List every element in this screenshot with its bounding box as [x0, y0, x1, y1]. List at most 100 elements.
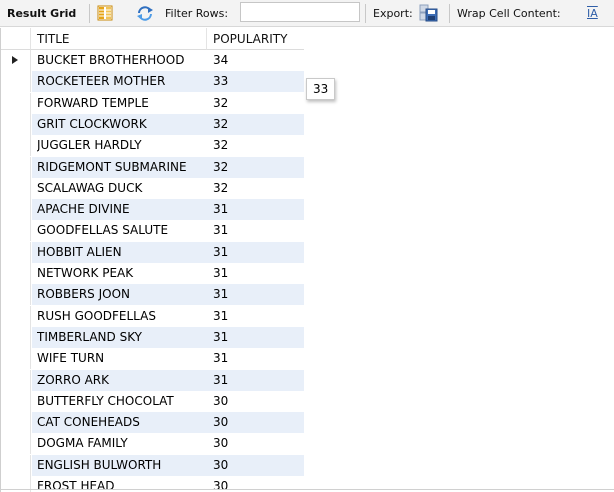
row-header[interactable]: [1, 71, 31, 93]
toolbar-separator: [365, 4, 366, 23]
toolbar-separator: [449, 4, 450, 23]
cell-title[interactable]: BUTTERFLY CHOCOLAT: [37, 391, 207, 412]
column-header-popularity[interactable]: POPULARITY: [207, 28, 304, 50]
grid-layout-icon[interactable]: [97, 5, 113, 21]
table-row[interactable]: TIMBERLAND SKY 31: [1, 326, 304, 348]
result-grid: TITLE POPULARITY BUCKET BROTHERHOOD 34 ROC…: [0, 28, 304, 492]
table-row[interactable]: SCALAWAG DUCK 32: [1, 177, 304, 199]
cell-title[interactable]: BUCKET BROTHERHOOD: [37, 50, 207, 71]
cell-title[interactable]: FORWARD TEMPLE: [37, 93, 207, 114]
cell-popularity[interactable]: 31: [213, 327, 303, 348]
table-row[interactable]: APACHE DIVINE 31: [1, 199, 304, 221]
wrap-cell-content-icon[interactable]: IA: [587, 7, 598, 20]
table-row[interactable]: CAT CONEHEADS 30: [1, 412, 304, 434]
cell-popularity[interactable]: 31: [213, 220, 303, 241]
result-grid-toolbar: Result Grid Filter Rows: Export: Wrap Ce…: [0, 0, 614, 27]
filter-rows-input[interactable]: [240, 2, 360, 22]
table-row[interactable]: RUSH GOODFELLAS 31: [1, 305, 304, 327]
table-row[interactable]: WIFE TURN 31: [1, 348, 304, 370]
export-label: Export:: [373, 7, 413, 20]
row-header[interactable]: [1, 113, 31, 135]
cell-popularity[interactable]: 32: [213, 135, 303, 156]
export-icon[interactable]: [418, 3, 438, 23]
table-row[interactable]: HOBBIT ALIEN 31: [1, 241, 304, 263]
cell-popularity[interactable]: 30: [213, 412, 303, 433]
row-header[interactable]: [1, 156, 31, 178]
row-header[interactable]: [1, 305, 31, 327]
cell-title[interactable]: ZORRO ARK: [37, 370, 207, 391]
cell-title[interactable]: GOODFELLAS SALUTE: [37, 220, 207, 241]
table-row[interactable]: GOODFELLAS SALUTE 31: [1, 220, 304, 242]
cell-popularity[interactable]: 32: [213, 93, 303, 114]
cell-title[interactable]: WIFE TURN: [37, 348, 207, 369]
cell-popularity[interactable]: 34: [213, 50, 303, 71]
table-row[interactable]: RIDGEMONT SUBMARINE 32: [1, 156, 304, 178]
row-header[interactable]: [1, 433, 31, 455]
cell-popularity[interactable]: 31: [213, 306, 303, 327]
row-header[interactable]: [1, 454, 31, 476]
cell-title[interactable]: SCALAWAG DUCK: [37, 178, 207, 199]
row-header[interactable]: [1, 241, 31, 263]
cell-popularity[interactable]: 30: [213, 433, 303, 454]
row-header-corner[interactable]: [1, 28, 31, 50]
current-row-indicator-icon: [12, 56, 18, 64]
row-header[interactable]: [1, 50, 31, 71]
cell-popularity[interactable]: 31: [213, 199, 303, 220]
row-header[interactable]: [1, 135, 31, 157]
cell-title[interactable]: CAT CONEHEADS: [37, 412, 207, 433]
table-row[interactable]: ROCKETEER MOTHER 33: [1, 71, 304, 93]
cell-title[interactable]: RUSH GOODFELLAS: [37, 306, 207, 327]
row-header[interactable]: [1, 199, 31, 221]
cell-popularity[interactable]: 30: [213, 391, 303, 412]
table-row[interactable]: FORWARD TEMPLE 32: [1, 92, 304, 114]
cell-popularity[interactable]: 32: [213, 178, 303, 199]
cell-tooltip: 33: [306, 78, 336, 100]
cell-title[interactable]: ENGLISH BULWORTH: [37, 455, 207, 476]
column-header-title[interactable]: TITLE: [31, 28, 207, 50]
cell-popularity[interactable]: 32: [213, 114, 303, 135]
row-header[interactable]: [1, 326, 31, 348]
row-header[interactable]: [1, 220, 31, 242]
table-row[interactable]: DOGMA FAMILY 30: [1, 433, 304, 455]
cell-title[interactable]: TIMBERLAND SKY: [37, 327, 207, 348]
row-header[interactable]: [1, 412, 31, 434]
table-row[interactable]: ROBBERS JOON 31: [1, 284, 304, 306]
table-row[interactable]: JUGGLER HARDLY 32: [1, 135, 304, 157]
row-header[interactable]: [1, 369, 31, 391]
cell-title[interactable]: JUGGLER HARDLY: [37, 135, 207, 156]
cell-popularity[interactable]: 31: [213, 370, 303, 391]
toolbar-separator: [89, 4, 90, 23]
row-header[interactable]: [1, 263, 31, 284]
cell-title[interactable]: DOGMA FAMILY: [37, 433, 207, 454]
cell-popularity[interactable]: 31: [213, 242, 303, 263]
result-grid-label[interactable]: Result Grid: [7, 7, 76, 20]
wrap-cell-content-label: Wrap Cell Content:: [457, 7, 561, 20]
cell-title[interactable]: ROBBERS JOON: [37, 284, 207, 305]
cell-popularity[interactable]: 33: [213, 71, 303, 92]
cell-title[interactable]: ROCKETEER MOTHER: [37, 71, 207, 92]
cell-popularity[interactable]: 31: [213, 348, 303, 369]
table-row[interactable]: ZORRO ARK 31: [1, 369, 304, 391]
table-row[interactable]: BUTTERFLY CHOCOLAT 30: [1, 390, 304, 412]
panel-bottom-border: [0, 489, 614, 490]
refresh-icon[interactable]: [136, 5, 154, 21]
cell-title[interactable]: GRIT CLOCKWORK: [37, 114, 207, 135]
row-header[interactable]: [1, 92, 31, 114]
table-row[interactable]: NETWORK PEAK 31: [1, 263, 304, 284]
row-header[interactable]: [1, 390, 31, 412]
cell-popularity[interactable]: 31: [213, 284, 303, 305]
cell-title[interactable]: NETWORK PEAK: [37, 263, 207, 284]
cell-title[interactable]: HOBBIT ALIEN: [37, 242, 207, 263]
table-row[interactable]: GRIT CLOCKWORK 32: [1, 113, 304, 135]
cell-popularity[interactable]: 31: [213, 263, 303, 284]
row-header[interactable]: [1, 284, 31, 306]
filter-rows-label: Filter Rows:: [165, 7, 229, 20]
cell-title[interactable]: APACHE DIVINE: [37, 199, 207, 220]
table-row[interactable]: BUCKET BROTHERHOOD 34: [1, 50, 304, 71]
table-row[interactable]: ENGLISH BULWORTH 30: [1, 454, 304, 476]
row-header[interactable]: [1, 348, 31, 370]
row-header[interactable]: [1, 177, 31, 199]
cell-popularity[interactable]: 30: [213, 455, 303, 476]
cell-popularity[interactable]: 32: [213, 157, 303, 178]
cell-title[interactable]: RIDGEMONT SUBMARINE: [37, 157, 207, 178]
